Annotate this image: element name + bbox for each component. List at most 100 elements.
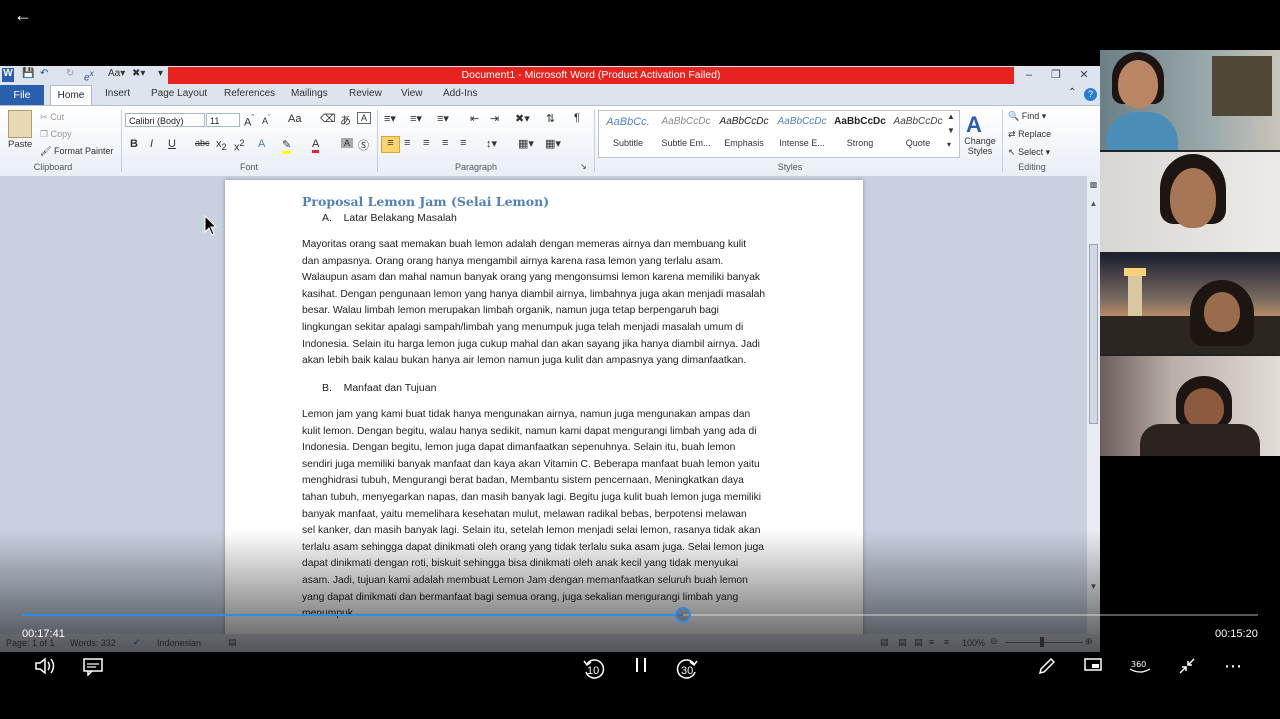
tab-review[interactable]: Review — [349, 88, 382, 99]
view-draft-icon[interactable]: ≡ — [944, 637, 949, 647]
proofing-icon[interactable]: ✓ — [133, 637, 141, 648]
line-spacing-icon[interactable]: ↕▾ — [486, 137, 497, 150]
participant-video-1[interactable] — [1100, 50, 1280, 150]
asian-layout-icon[interactable]: ✖▾ — [515, 112, 530, 125]
captions-icon[interactable] — [78, 656, 108, 680]
style-intense-emphasis[interactable]: AaBbCcDc Intense E... — [773, 110, 831, 154]
paste-icon[interactable] — [8, 110, 32, 138]
highlight-icon[interactable]: ✎ — [282, 138, 292, 154]
underline-icon[interactable]: U — [168, 138, 176, 150]
undo-icon[interactable]: ↶ — [40, 68, 48, 82]
word-count[interactable]: Words: 332 — [70, 638, 116, 648]
view-full-screen-icon[interactable]: ▤ — [898, 637, 907, 648]
exit-fullscreen-icon[interactable] — [1172, 656, 1202, 680]
zoom-level[interactable]: 100% — [962, 638, 985, 648]
superscript-icon[interactable]: x2 — [234, 138, 245, 154]
font-name-dropdown[interactable]: Calibri (Body) — [125, 113, 205, 127]
shrink-font-icon[interactable]: Aˇ — [262, 113, 271, 126]
scroll-up-icon[interactable]: ▲ — [1088, 199, 1099, 208]
zoom-out-icon[interactable]: ⊖ — [990, 636, 998, 647]
scroll-down-icon[interactable]: ▼ — [1088, 582, 1099, 591]
tab-insert[interactable]: Insert — [105, 88, 130, 99]
distributed-icon[interactable]: ≡ — [460, 137, 466, 149]
align-right-icon[interactable]: ≡ — [423, 137, 429, 149]
style-subtle-emphasis[interactable]: AaBbCcDc Subtle Em... — [657, 110, 715, 154]
back-arrow-icon[interactable]: ← — [10, 4, 36, 26]
360-view-icon[interactable]: 360 — [1125, 656, 1155, 680]
pause-button[interactable] — [626, 656, 656, 680]
tab-home[interactable]: Home — [50, 85, 92, 106]
change-case-font-icon[interactable]: Aa — [288, 113, 301, 125]
dialog-launcher-icon[interactable]: ↘ — [580, 162, 587, 171]
font-color-icon[interactable]: A — [312, 138, 320, 153]
minimize-icon[interactable]: – — [1016, 68, 1042, 82]
view-outline-icon[interactable]: ≡ — [929, 637, 934, 647]
change-case-icon[interactable]: Aa▾ — [108, 68, 125, 82]
redo-icon[interactable]: ↻ — [66, 68, 74, 82]
participant-video-4[interactable] — [1100, 356, 1280, 456]
customize-qat-icon[interactable]: ▾ — [158, 68, 163, 82]
bold-icon[interactable]: B — [130, 138, 138, 150]
style-emphasis[interactable]: AaBbCcDc Emphasis — [715, 110, 773, 154]
ruler-toggle-icon[interactable]: ▩ — [1088, 180, 1099, 192]
bullets-icon[interactable]: ≡▾ — [384, 112, 396, 125]
increase-indent-icon[interactable]: ⇥ — [490, 112, 499, 125]
char-shading-icon[interactable]: A — [341, 138, 353, 148]
format-painter-button[interactable]: 🖌 Format Painter — [40, 146, 113, 157]
tab-file[interactable]: File — [0, 85, 44, 105]
clear-format-icon[interactable]: ✖▾ — [132, 68, 145, 82]
zoom-in-icon[interactable]: ⊕ — [1085, 636, 1093, 647]
document-page[interactable]: Proposal Lemon Jam (Selai Lemon) A. Lata… — [225, 180, 863, 652]
phonetic-guide-icon[interactable]: あ — [340, 112, 351, 128]
grow-font-icon[interactable]: Aˆ — [244, 113, 254, 129]
shading-icon[interactable]: ▦▾ — [518, 137, 534, 150]
collapse-ribbon-icon[interactable]: ⌃ — [1068, 87, 1076, 98]
text-effects-icon[interactable]: A — [258, 138, 265, 150]
font-size-dropdown[interactable]: 11 — [206, 113, 240, 127]
gallery-more-icon[interactable]: ▾ — [947, 140, 951, 149]
equation-icon[interactable]: ex — [84, 68, 94, 83]
more-options-icon[interactable]: ⋯ — [1218, 656, 1248, 680]
gallery-up-icon[interactable]: ▲ — [947, 112, 955, 121]
tab-add-ins[interactable]: Add-Ins — [443, 88, 477, 99]
replace-button[interactable]: ⇄ Replace — [1008, 129, 1051, 140]
multilevel-list-icon[interactable]: ≡▾ — [437, 112, 449, 125]
decrease-indent-icon[interactable]: ⇤ — [470, 112, 479, 125]
style-quote[interactable]: AaBbCcDc Quote — [889, 110, 947, 154]
help-icon[interactable]: ? — [1084, 88, 1097, 101]
gallery-down-icon[interactable]: ▼ — [947, 126, 955, 135]
tab-mailings[interactable]: Mailings — [291, 88, 328, 99]
zoom-slider-thumb[interactable] — [1040, 637, 1044, 647]
change-styles-icon[interactable]: A — [966, 112, 982, 138]
paste-button[interactable]: Paste — [8, 139, 32, 150]
tab-references[interactable]: References — [224, 88, 275, 99]
tab-page-layout[interactable]: Page Layout — [151, 88, 207, 99]
clear-formatting-icon[interactable]: ⌫ — [320, 112, 336, 125]
tab-view[interactable]: View — [401, 88, 423, 99]
save-icon[interactable]: 💾 — [22, 68, 34, 82]
cut-button[interactable]: ✂ Cut — [40, 112, 64, 123]
justify-icon[interactable]: ≡ — [442, 137, 448, 149]
view-web-layout-icon[interactable]: ▤ — [914, 637, 923, 648]
close-icon[interactable]: ✕ — [1071, 68, 1097, 82]
participant-video-3[interactable] — [1100, 254, 1280, 354]
restore-icon[interactable]: ❐ — [1043, 68, 1069, 82]
borders-icon[interactable]: ▦▾ — [545, 137, 561, 150]
language[interactable]: Indonesian — [157, 638, 201, 648]
change-styles-button[interactable]: Change Styles — [962, 136, 998, 156]
char-border-icon[interactable]: A — [357, 112, 371, 124]
strikethrough-icon[interactable]: abc — [195, 138, 210, 148]
style-strong[interactable]: AaBbCcDc Strong — [831, 110, 889, 154]
edit-pencil-icon[interactable] — [1032, 656, 1062, 680]
volume-icon[interactable] — [30, 656, 60, 680]
cast-icon[interactable] — [1078, 656, 1108, 680]
sort-icon[interactable]: ⇅ — [546, 112, 555, 125]
align-center-icon[interactable]: ≡ — [404, 137, 410, 149]
italic-icon[interactable]: I — [150, 138, 153, 150]
participant-video-2[interactable] — [1100, 152, 1280, 252]
subscript-icon[interactable]: x2 — [216, 138, 227, 152]
enclose-char-icon[interactable]: Ⓢ — [358, 137, 369, 153]
scrollbar-thumb[interactable] — [1089, 244, 1098, 424]
pilcrow-icon[interactable]: ¶ — [574, 112, 580, 124]
style-subtitle[interactable]: AaBbCc. Subtitle — [599, 110, 657, 154]
